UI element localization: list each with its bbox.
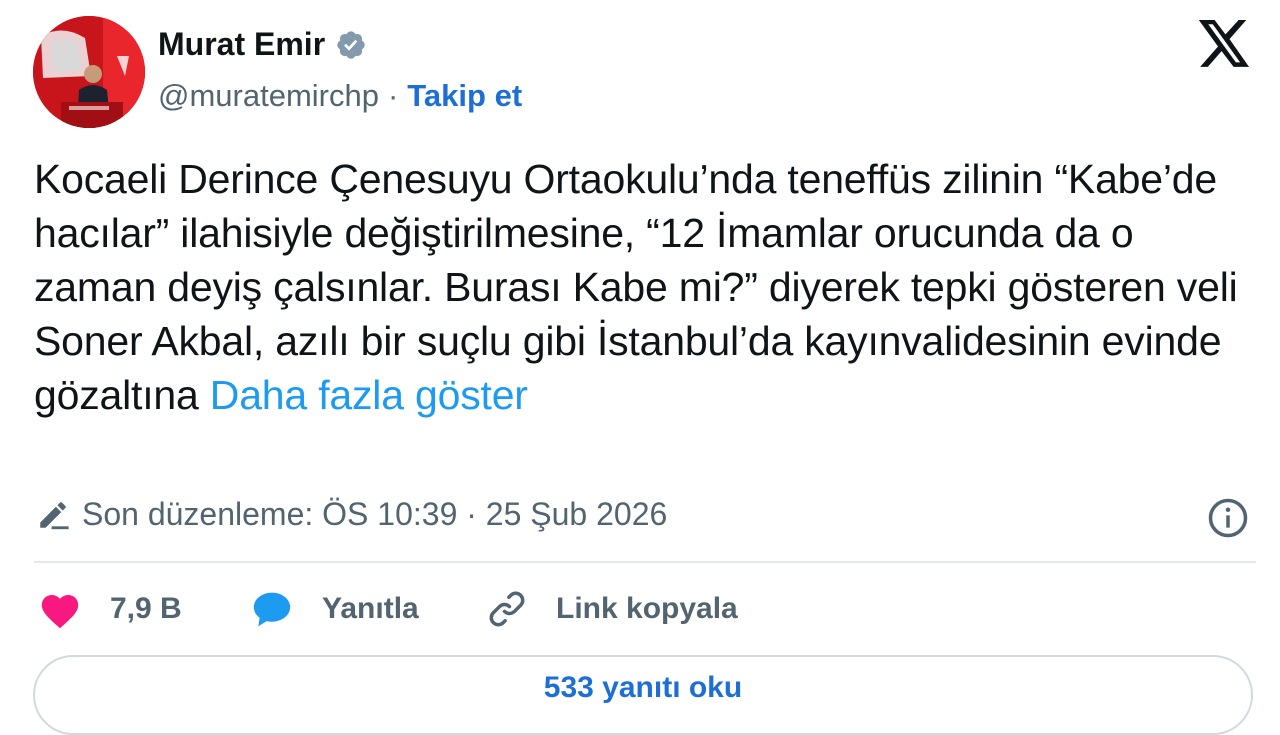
link-icon — [489, 591, 525, 627]
avatar-image — [33, 16, 145, 128]
like-count: 7,9 B — [110, 592, 182, 625]
read-replies-label: 533 yanıtı oku — [543, 671, 743, 704]
x-logo-icon[interactable] — [1198, 20, 1252, 68]
separator-dot: · — [387, 78, 399, 113]
like-button[interactable]: 7,9 B — [38, 585, 182, 633]
reply-bubble-icon — [253, 592, 291, 627]
reply-button[interactable]: Yanıtla — [250, 585, 419, 633]
handle-row: @muratemirchp · Takip et — [158, 78, 522, 114]
action-bar: 7,9 B Yanıtla Link kopyala — [38, 585, 1258, 633]
divider — [34, 561, 1256, 563]
reply-label: Yanıtla — [322, 592, 419, 625]
edit-pencil-icon — [40, 501, 69, 529]
follow-button[interactable]: Takip et — [407, 78, 522, 114]
info-icon[interactable] — [1207, 497, 1249, 539]
verified-badge-icon — [337, 30, 365, 59]
copy-link-button[interactable]: Link kopyala — [486, 585, 738, 633]
author-handle[interactable]: @muratemirchp — [158, 78, 379, 114]
copy-link-label: Link kopyala — [556, 592, 738, 625]
show-more-link[interactable]: Daha fazla göster — [210, 372, 528, 418]
heart-icon — [41, 595, 79, 629]
read-replies-button[interactable]: 533 yanıtı oku — [33, 655, 1253, 735]
tweet-body: Kocaeli Derince Çenesuyu Ortaokulu’nda t… — [34, 152, 1259, 422]
edit-info-text: Son düzenleme: ÖS 10:39 · 25 Şub 2026 — [82, 496, 668, 532]
author-row: Murat Emir — [158, 26, 367, 63]
avatar[interactable] — [33, 16, 145, 128]
edit-info-row: Son düzenleme: ÖS 10:39 · 25 Şub 2026 — [36, 496, 667, 533]
author-name[interactable]: Murat Emir — [158, 26, 325, 63]
